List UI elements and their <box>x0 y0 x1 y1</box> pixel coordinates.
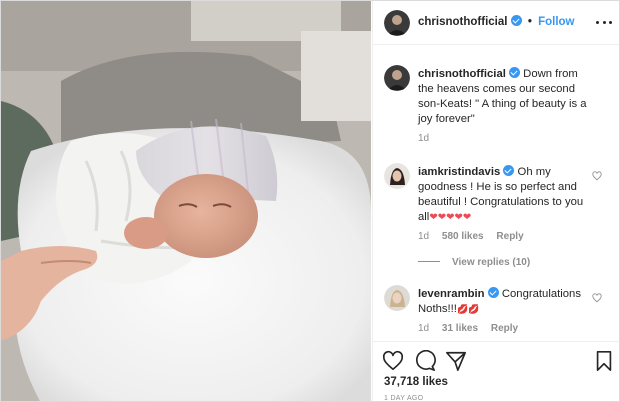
comment-meta: 1d 580 likes Reply <box>418 231 534 242</box>
instagram-post: chrisnothofficial • Follow chrisnothoffi… <box>0 0 620 402</box>
commenter-avatar[interactable] <box>384 163 410 189</box>
commenter-avatar[interactable] <box>384 285 410 311</box>
share-icon[interactable] <box>445 350 467 372</box>
hearts-emoji: ❤❤❤❤❤ <box>429 212 472 223</box>
likes-count[interactable]: 37,718 likes <box>384 376 448 388</box>
more-options-icon[interactable] <box>596 15 612 29</box>
comment-meta: 1d 31 likes Reply <box>418 323 528 334</box>
post-photo[interactable] <box>1 1 371 401</box>
verified-icon <box>509 67 521 78</box>
verified-icon <box>487 287 499 298</box>
kiss-emoji: 💋💋 <box>456 304 480 314</box>
newborn-baby-photo <box>1 1 371 401</box>
comment-age[interactable]: 1d <box>418 231 429 242</box>
caption-age[interactable]: 1d <box>418 133 429 144</box>
verified-icon <box>503 165 515 176</box>
comment-age[interactable]: 1d <box>418 323 429 334</box>
save-icon[interactable] <box>593 350 615 372</box>
post-timestamp[interactable]: 1 DAY AGO <box>384 395 423 401</box>
separator-dot: • <box>527 16 532 28</box>
action-bar <box>373 341 619 377</box>
comment-likes[interactable]: 31 likes <box>442 323 478 334</box>
follow-button[interactable]: Follow <box>538 16 574 28</box>
author-username[interactable]: chrisnothofficial <box>418 16 507 28</box>
like-icon[interactable] <box>382 350 404 372</box>
post-header: chrisnothofficial • Follow <box>373 1 619 45</box>
comment-text-block: iamkristindavis Oh my goodness ! He is s… <box>418 165 596 225</box>
view-replies-button[interactable]: View replies (10) <box>418 257 530 268</box>
caption-meta: 1d <box>418 133 439 144</box>
like-comment-icon[interactable] <box>592 171 602 181</box>
post-details-panel: chrisnothofficial • Follow chrisnothoffi… <box>372 1 619 401</box>
caption-text-block: chrisnothofficial Down from the heavens … <box>418 67 596 127</box>
comment-likes[interactable]: 580 likes <box>442 231 484 242</box>
comment-username[interactable]: levenrambin <box>418 288 485 300</box>
comment-text-block: levenrambin Congratulations Noths!!!💋💋 <box>418 287 596 317</box>
caption-author-avatar[interactable] <box>384 65 410 91</box>
caption-username[interactable]: chrisnothofficial <box>418 68 506 80</box>
like-comment-icon[interactable] <box>592 293 602 303</box>
author-avatar[interactable] <box>384 10 410 36</box>
comment-icon[interactable] <box>414 350 436 372</box>
verified-icon <box>510 15 522 26</box>
reply-button[interactable]: Reply <box>491 323 518 334</box>
comment-username[interactable]: iamkristindavis <box>418 166 500 178</box>
reply-button[interactable]: Reply <box>496 231 523 242</box>
